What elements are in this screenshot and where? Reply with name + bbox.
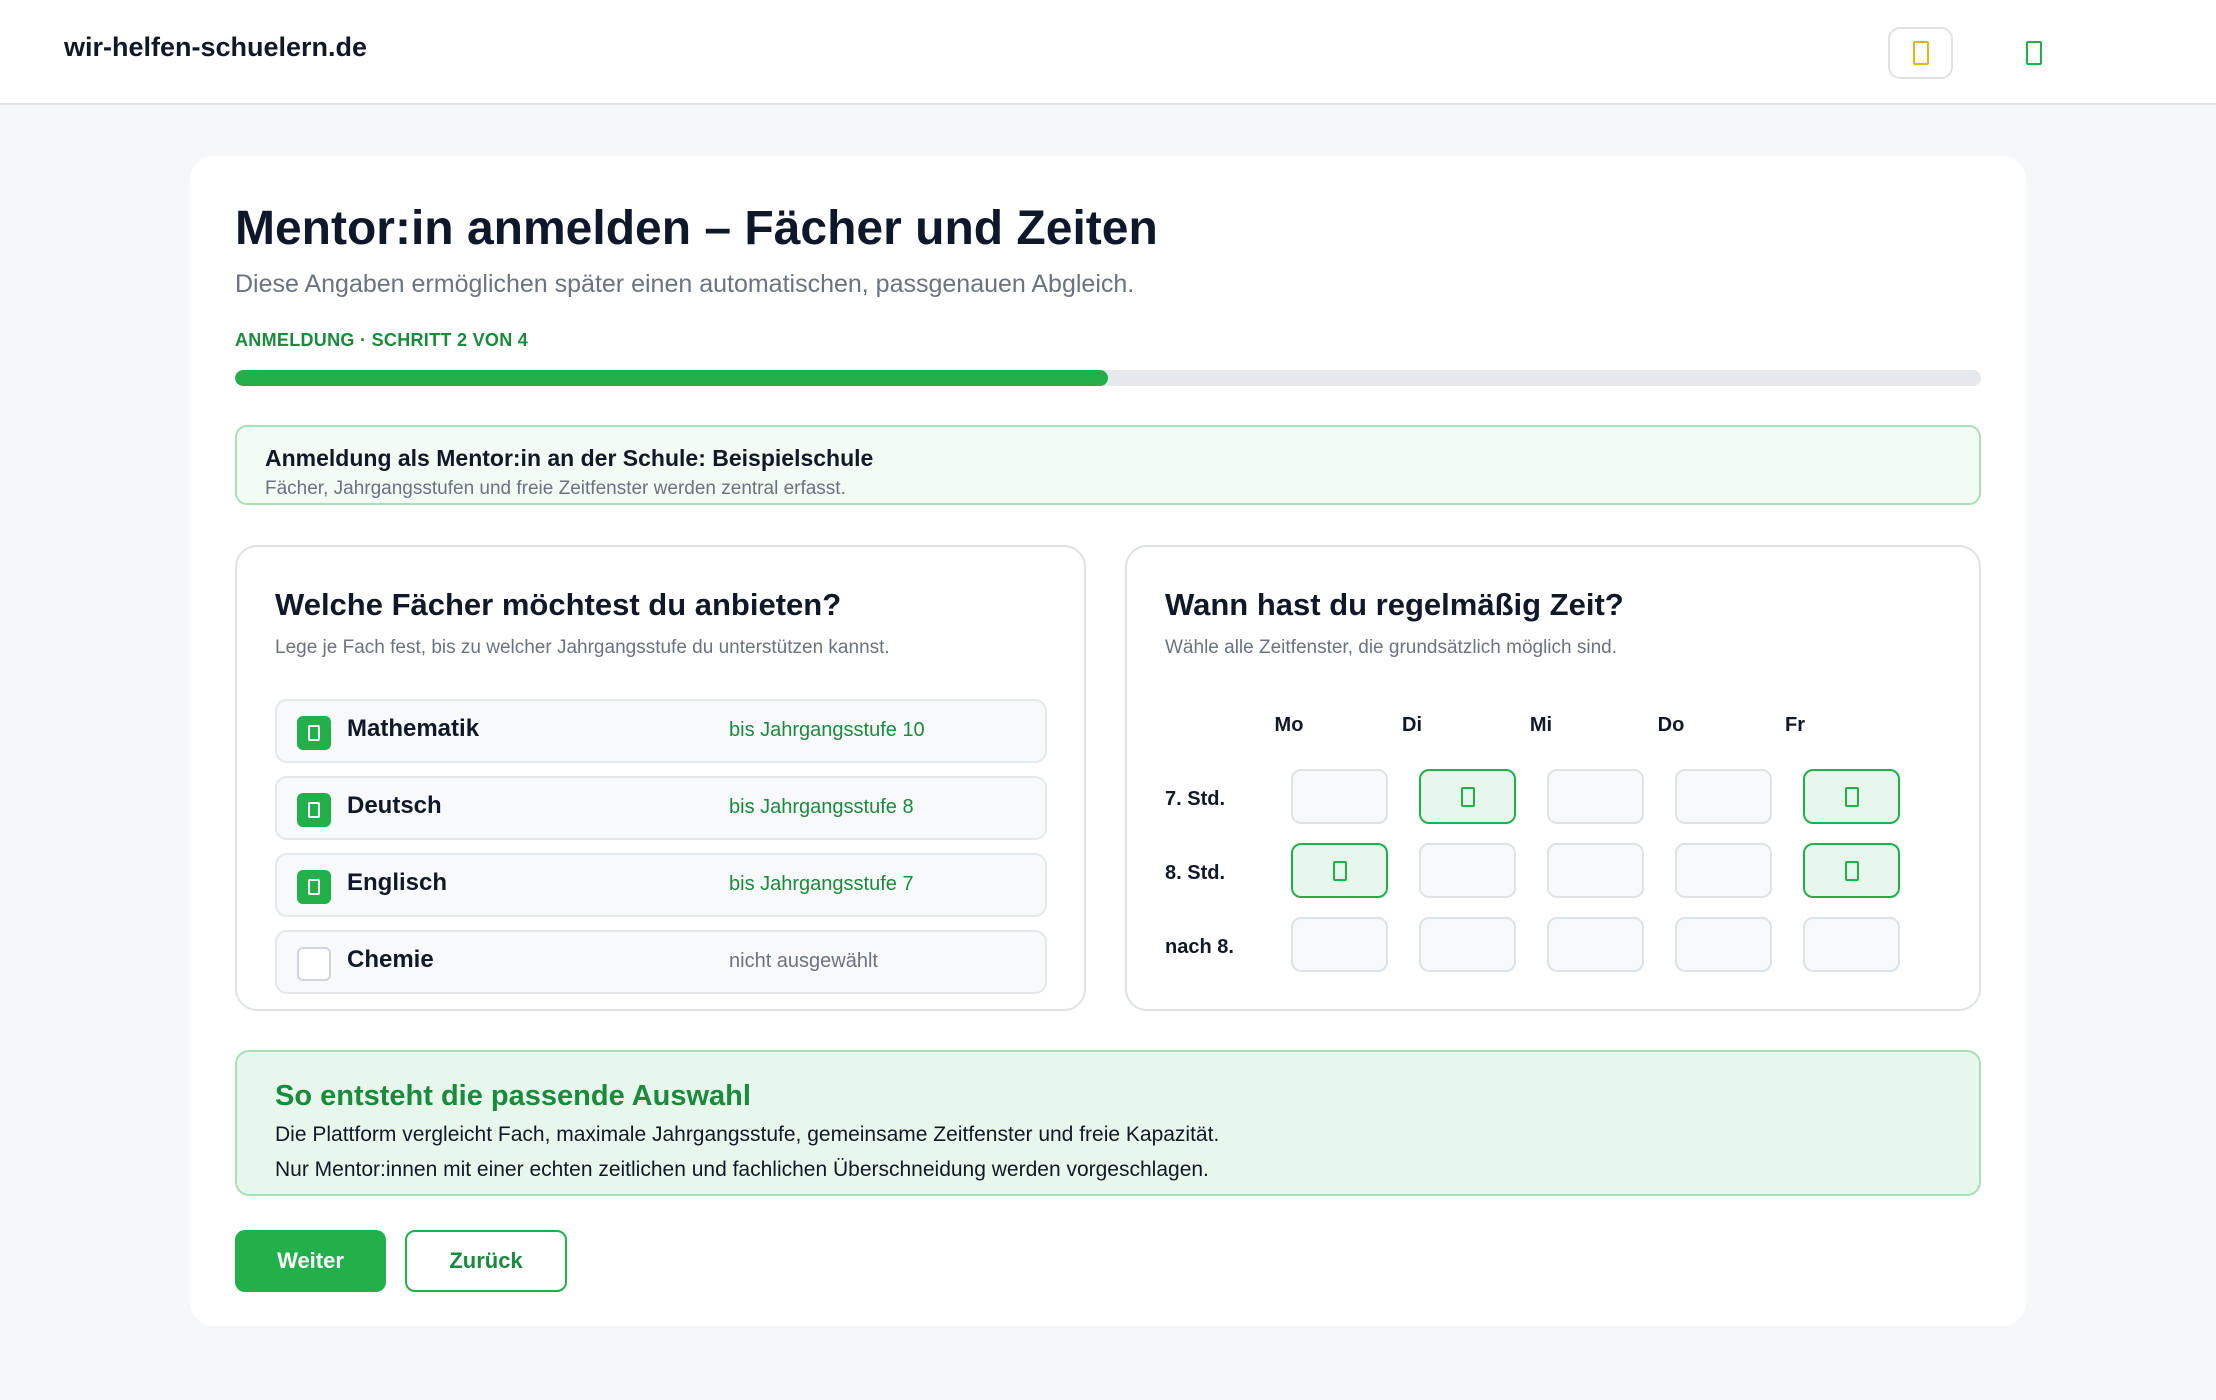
check-icon	[308, 725, 320, 741]
slot-7-fr[interactable]	[1803, 769, 1900, 824]
subject-row-englisch[interactable]: Englisch bis Jahrgangsstufe 7	[275, 853, 1047, 917]
subject-name: Englisch	[347, 869, 448, 896]
slot-8-di[interactable]	[1419, 843, 1516, 898]
check-icon	[1844, 860, 1859, 881]
times-panel: Wann hast du regelmäßig Zeit? Wähle alle…	[1125, 545, 1981, 1011]
check-icon	[1332, 860, 1347, 881]
page-subtitle: Diese Angaben ermöglichen später einen a…	[235, 270, 1135, 298]
progress-fill	[235, 370, 1108, 386]
subject-checkbox[interactable]	[297, 870, 331, 904]
day-header-do: Do	[1657, 714, 1685, 736]
slot-label-after-8: nach 8.	[1165, 936, 1234, 958]
info-box-line-1: Die Plattform vergleicht Fach, maximale …	[275, 1123, 1220, 1146]
subjects-panel-subtitle: Lege je Fach fest, bis zu welcher Jahrga…	[275, 637, 890, 658]
slot-8-mi[interactable]	[1547, 843, 1644, 898]
slot-after8-do[interactable]	[1675, 917, 1772, 972]
theme-toggle-icon	[1912, 41, 1929, 65]
slot-after8-mo[interactable]	[1291, 917, 1388, 972]
subject-row-deutsch[interactable]: Deutsch bis Jahrgangsstufe 8	[275, 776, 1047, 840]
subject-level[interactable]: nicht ausgewählt	[729, 950, 878, 973]
back-button[interactable]: Zurück	[405, 1230, 567, 1292]
subject-level[interactable]: bis Jahrgangsstufe 10	[729, 719, 925, 742]
subject-name: Mathematik	[347, 715, 480, 742]
check-icon	[308, 879, 320, 895]
day-header-di: Di	[1402, 714, 1422, 736]
subject-row-mathematik[interactable]: Mathematik bis Jahrgangsstufe 10	[275, 699, 1047, 763]
subject-level[interactable]: bis Jahrgangsstufe 8	[729, 796, 914, 819]
info-box-line-2: Nur Mentor:innen mit einer echten zeitli…	[275, 1158, 1209, 1181]
info-box-title: So entsteht die passende Auswahl	[275, 1080, 751, 1112]
progress-bar	[235, 370, 1981, 386]
check-icon	[1460, 786, 1475, 807]
slot-after8-fr[interactable]	[1803, 917, 1900, 972]
slot-8-mo[interactable]	[1291, 843, 1388, 898]
theme-toggle-button[interactable]	[1888, 27, 1953, 79]
account-icon	[2025, 41, 2042, 65]
day-header-mo: Mo	[1274, 714, 1304, 736]
times-panel-subtitle: Wähle alle Zeitfenster, die grundsätzlic…	[1165, 637, 1618, 658]
slot-8-fr[interactable]	[1803, 843, 1900, 898]
slot-after8-di[interactable]	[1419, 917, 1516, 972]
day-header-fr: Fr	[1785, 714, 1805, 736]
check-icon	[1844, 786, 1859, 807]
times-panel-title: Wann hast du regelmäßig Zeit?	[1165, 587, 1624, 622]
subject-name: Deutsch	[347, 792, 442, 819]
top-bar: wir-helfen-schuelern.de	[0, 0, 2216, 105]
slot-label-7: 7. Std.	[1165, 788, 1226, 810]
account-button[interactable]	[2001, 27, 2066, 79]
day-header-mi: Mi	[1529, 714, 1553, 736]
subject-checkbox[interactable]	[297, 947, 331, 981]
school-banner: Anmeldung als Mentor:in an der Schule: B…	[235, 425, 1981, 505]
subject-name: Chemie	[347, 946, 434, 973]
page-title: Mentor:in anmelden – Fächer und Zeiten	[235, 202, 1158, 255]
subject-row-chemie[interactable]: Chemie nicht ausgewählt	[275, 930, 1047, 994]
subject-checkbox[interactable]	[297, 793, 331, 827]
school-banner-title: Anmeldung als Mentor:in an der Schule: B…	[265, 445, 874, 471]
check-icon	[308, 802, 320, 818]
next-button[interactable]: Weiter	[235, 1230, 386, 1292]
slot-7-mi[interactable]	[1547, 769, 1644, 824]
slot-8-do[interactable]	[1675, 843, 1772, 898]
slot-label-8: 8. Std.	[1165, 862, 1226, 884]
subjects-panel: Welche Fächer möchtest du anbieten? Lege…	[235, 545, 1086, 1011]
slot-7-di[interactable]	[1419, 769, 1516, 824]
slot-7-mo[interactable]	[1291, 769, 1388, 824]
subjects-panel-title: Welche Fächer möchtest du anbieten?	[275, 587, 842, 622]
subject-checkbox[interactable]	[297, 716, 331, 750]
subject-level[interactable]: bis Jahrgangsstufe 7	[729, 873, 914, 896]
slot-after8-mi[interactable]	[1547, 917, 1644, 972]
brand-logo[interactable]: wir-helfen-schuelern.de	[64, 32, 367, 63]
slot-7-do[interactable]	[1675, 769, 1772, 824]
matching-info-box: So entsteht die passende Auswahl Die Pla…	[235, 1050, 1981, 1196]
school-banner-subtitle: Fächer, Jahrgangsstufen und freie Zeitfe…	[265, 478, 846, 499]
step-indicator: ANMELDUNG · SCHRITT 2 VON 4	[235, 330, 529, 350]
